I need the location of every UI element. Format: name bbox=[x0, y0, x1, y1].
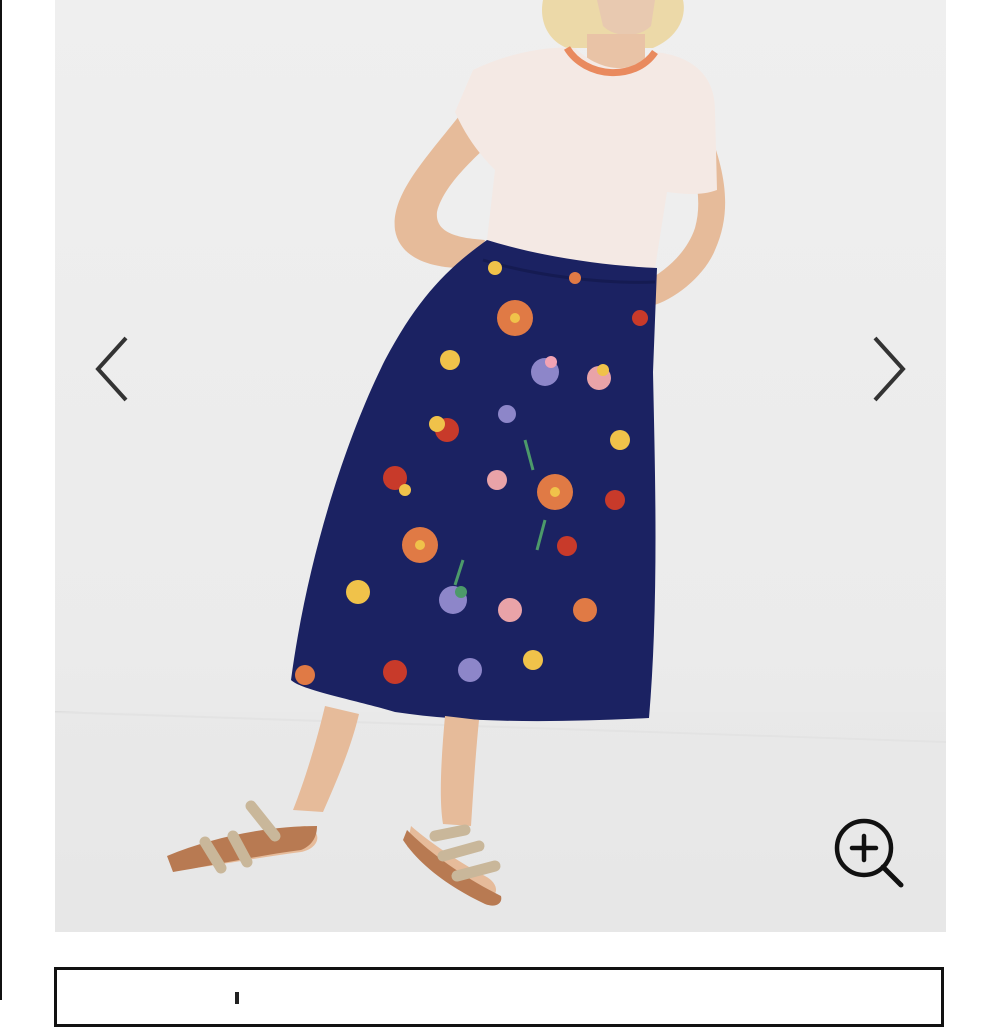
left-edge-rule bbox=[0, 0, 2, 1000]
chevron-right-icon bbox=[873, 336, 906, 402]
product-photo-illustration bbox=[55, 0, 946, 932]
zoom-in-icon bbox=[834, 818, 904, 888]
next-image-button[interactable] bbox=[859, 329, 919, 409]
product-action-panel[interactable] bbox=[54, 967, 944, 1027]
zoom-button[interactable] bbox=[833, 817, 905, 889]
panel-cursor-mark bbox=[235, 992, 239, 1004]
previous-image-button[interactable] bbox=[82, 329, 142, 409]
product-image[interactable] bbox=[55, 0, 946, 932]
chevron-left-icon bbox=[95, 336, 128, 402]
